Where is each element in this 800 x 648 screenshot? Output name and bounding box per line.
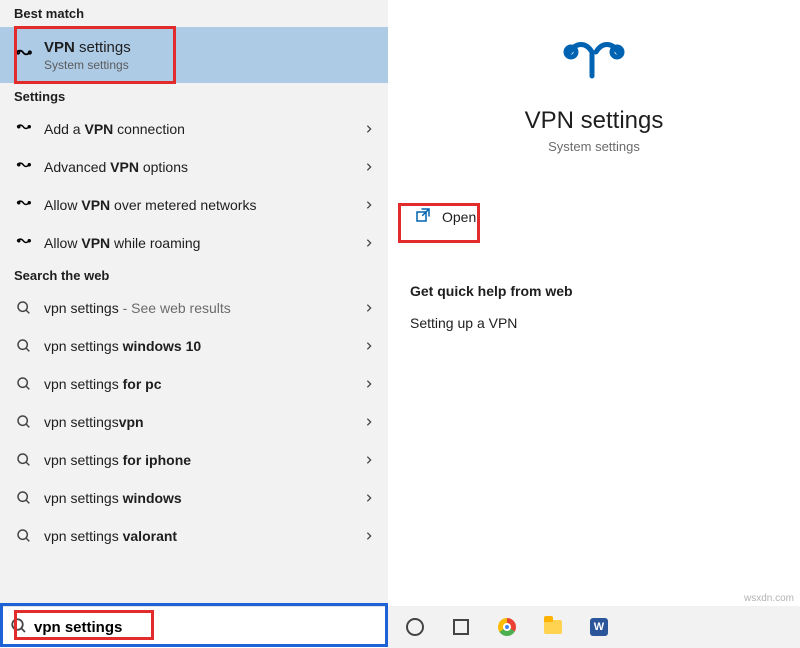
web-suggestion-item[interactable]: vpn settings for iphone [0, 441, 388, 479]
web-item-label: vpn settings - See web results [44, 300, 364, 316]
chevron-right-icon [364, 159, 374, 175]
chevron-right-icon [364, 121, 374, 137]
settings-item-label: Add a VPN connection [44, 121, 364, 137]
web-item-label: vpn settings windows 10 [44, 338, 364, 354]
search-icon [14, 528, 34, 544]
settings-item-label: Allow VPN over metered networks [44, 197, 364, 213]
chrome-icon[interactable] [494, 614, 520, 640]
settings-item[interactable]: Allow VPN over metered networks [0, 186, 388, 224]
chevron-right-icon [364, 490, 374, 506]
search-icon [14, 452, 34, 468]
settings-item-label: Allow VPN while roaming [44, 235, 364, 251]
vpn-large-icon [562, 38, 626, 87]
search-icon [10, 617, 28, 638]
settings-header: Settings [0, 83, 388, 110]
chevron-right-icon [364, 528, 374, 544]
best-match-result[interactable]: VPN settings System settings [0, 27, 388, 83]
watermark: wsxdn.com [744, 593, 794, 604]
chevron-right-icon [364, 197, 374, 213]
web-suggestion-item[interactable]: vpn settings windows 10 [0, 327, 388, 365]
web-suggestion-item[interactable]: vpn settings valorant [0, 517, 388, 555]
chevron-right-icon [364, 235, 374, 251]
web-suggestion-item[interactable]: vpn settingsvpn [0, 403, 388, 441]
settings-item[interactable]: Add a VPN connection [0, 110, 388, 148]
web-suggestions-list: vpn settings - See web results vpn settin… [0, 289, 388, 648]
result-detail-pane: VPN settings System settings Open Get qu… [388, 0, 800, 606]
web-item-label: vpn settings windows [44, 490, 364, 506]
help-link-setup-vpn[interactable]: Setting up a VPN [410, 315, 778, 331]
search-icon [14, 338, 34, 354]
web-item-label: vpn settingsvpn [44, 414, 364, 430]
open-label: Open [442, 209, 476, 225]
chevron-right-icon [364, 376, 374, 392]
settings-item-label: Advanced VPN options [44, 159, 364, 175]
search-icon [14, 490, 34, 506]
file-explorer-icon[interactable] [540, 614, 566, 640]
search-input[interactable] [34, 619, 378, 636]
settings-item[interactable]: Advanced VPN options [0, 148, 388, 186]
detail-title: VPN settings [525, 107, 664, 135]
web-item-label: vpn settings for iphone [44, 452, 364, 468]
taskbar: W [388, 606, 800, 648]
settings-list: Add a VPN connection Advanced VPN options… [0, 110, 388, 262]
settings-item[interactable]: Allow VPN while roaming [0, 224, 388, 262]
search-web-header: Search the web [0, 262, 388, 289]
web-item-label: vpn settings valorant [44, 528, 364, 544]
search-icon [14, 414, 34, 430]
cortana-icon[interactable] [402, 614, 428, 640]
vpn-icon [14, 234, 34, 252]
open-icon [414, 206, 432, 227]
web-item-label: vpn settings for pc [44, 376, 364, 392]
detail-subtitle: System settings [548, 139, 640, 154]
web-suggestion-item[interactable]: vpn settings for pc [0, 365, 388, 403]
chevron-right-icon [364, 300, 374, 316]
vpn-icon [14, 45, 34, 65]
chevron-right-icon [364, 452, 374, 468]
best-match-header: Best match [0, 0, 388, 27]
vpn-icon [14, 158, 34, 176]
web-suggestion-item[interactable]: vpn settings - See web results [0, 289, 388, 327]
chevron-right-icon [364, 414, 374, 430]
web-suggestion-item[interactable]: vpn settings windows [0, 479, 388, 517]
vpn-icon [14, 196, 34, 214]
word-icon[interactable]: W [586, 614, 612, 640]
quick-help-title: Get quick help from web [410, 283, 778, 299]
search-bar[interactable] [0, 606, 388, 648]
search-icon [14, 300, 34, 316]
best-match-texts: VPN settings System settings [44, 39, 131, 72]
chevron-right-icon [364, 338, 374, 354]
search-results-pane: Best match VPN settings System settings … [0, 0, 388, 648]
task-view-icon[interactable] [448, 614, 474, 640]
search-icon [14, 376, 34, 392]
vpn-icon [14, 120, 34, 138]
open-button[interactable]: Open [414, 206, 778, 227]
